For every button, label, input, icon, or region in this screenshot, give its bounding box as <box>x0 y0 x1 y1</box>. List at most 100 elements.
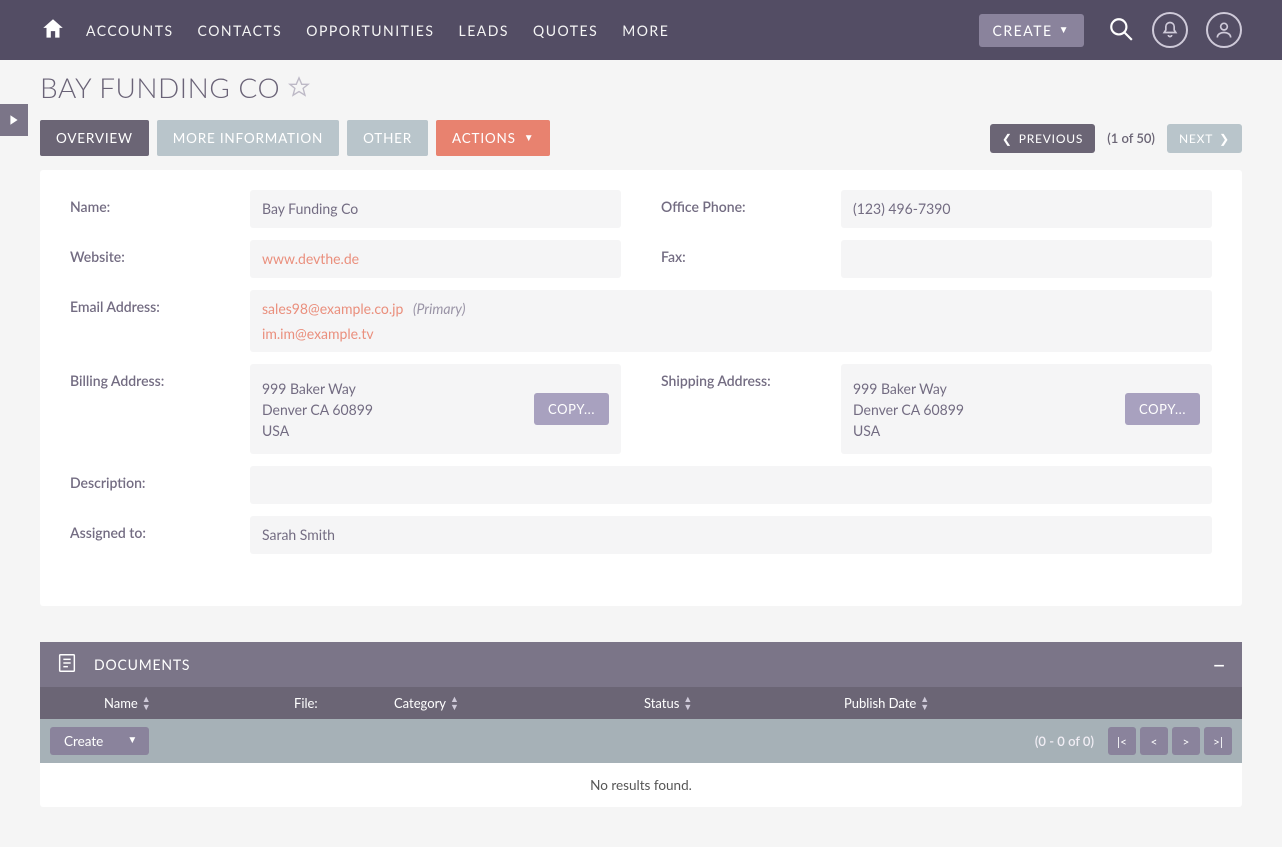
field-email: Email Address: sales98@example.co.jp (Pr… <box>70 290 1212 352</box>
page-area: BAY FUNDING CO OVERVIEW MORE INFORMATION… <box>0 60 1282 606</box>
chevron-left-icon: ❮ <box>1002 131 1013 146</box>
tab-overview[interactable]: OVERVIEW <box>40 120 149 156</box>
col-status[interactable]: Status▲▼ <box>644 695 844 711</box>
billing-label: Billing Address: <box>70 364 250 389</box>
sort-icon: ▲▼ <box>142 695 151 711</box>
description-label: Description: <box>70 466 250 491</box>
field-office-phone: Office Phone: (123) 496-7390 <box>661 190 1212 228</box>
documents-toolbar: Create (0 - 0 of 0) |< < > >| <box>40 719 1242 763</box>
billing-line2: Denver CA 60899 <box>262 399 524 420</box>
nav-opportunities[interactable]: OPPORTUNITIES <box>306 22 434 39</box>
search-icon[interactable] <box>1108 16 1134 45</box>
sidebar-expand-handle[interactable] <box>0 104 28 136</box>
website-link[interactable]: www.devthe.de <box>262 250 359 267</box>
caret-down-icon: ▼ <box>524 132 535 144</box>
next-label: NEXT <box>1179 131 1213 146</box>
previous-label: PREVIOUS <box>1019 131 1083 146</box>
documents-title: DOCUMENTS <box>94 656 190 673</box>
field-website: Website: www.devthe.de <box>70 240 621 278</box>
tabs: OVERVIEW MORE INFORMATION OTHER ACTIONS … <box>40 120 550 156</box>
nav-more[interactable]: MORE <box>622 22 669 39</box>
nav-items: ACCOUNTS CONTACTS OPPORTUNITIES LEADS QU… <box>86 22 979 39</box>
home-icon[interactable] <box>40 16 66 45</box>
fax-label: Fax: <box>661 240 841 265</box>
tab-actions[interactable]: ACTIONS ▼ <box>436 120 550 156</box>
description-value[interactable] <box>250 466 1212 504</box>
website-label: Website: <box>70 240 250 265</box>
office-phone-label: Office Phone: <box>661 190 841 215</box>
page-next-button[interactable]: > <box>1172 727 1200 755</box>
office-phone-value[interactable]: (123) 496-7390 <box>841 190 1212 228</box>
copy-billing-button[interactable]: COPY... <box>534 393 609 425</box>
tab-more-information[interactable]: MORE INFORMATION <box>157 120 339 156</box>
shipping-value[interactable]: 999 Baker Way Denver CA 60899 USA COPY..… <box>841 364 1212 454</box>
chevron-right-icon: ❯ <box>1219 131 1230 146</box>
notifications-icon[interactable] <box>1152 12 1188 48</box>
tab-row: OVERVIEW MORE INFORMATION OTHER ACTIONS … <box>40 120 1242 156</box>
col-file[interactable]: File: <box>294 695 394 711</box>
email-primary-link[interactable]: sales98@example.co.jp <box>262 300 403 317</box>
page-first-button[interactable]: |< <box>1108 727 1136 755</box>
copy-shipping-button[interactable]: COPY... <box>1125 393 1200 425</box>
document-icon <box>56 652 78 677</box>
documents-table-header: Name▲▼ File: Category▲▼ Status▲▼ Publish… <box>40 687 1242 719</box>
top-nav: ACCOUNTS CONTACTS OPPORTUNITIES LEADS QU… <box>0 0 1282 60</box>
sort-icon: ▲▼ <box>450 695 459 711</box>
nav-quotes[interactable]: QUOTES <box>533 22 598 39</box>
billing-line3: USA <box>262 420 524 441</box>
collapse-icon[interactable]: – <box>1212 658 1226 672</box>
sort-icon: ▲▼ <box>920 695 929 711</box>
documents-create-button[interactable]: Create <box>50 727 149 755</box>
user-icon[interactable] <box>1206 12 1242 48</box>
assigned-value[interactable]: Sarah Smith <box>250 516 1212 554</box>
nav-accounts[interactable]: ACCOUNTS <box>86 22 174 39</box>
page-last-button[interactable]: >| <box>1204 727 1232 755</box>
documents-subpanel: DOCUMENTS – Name▲▼ File: Category▲▼ Stat… <box>40 642 1242 807</box>
nav-leads[interactable]: LEADS <box>459 22 510 39</box>
pager: ❮ PREVIOUS (1 of 50) NEXT ❯ <box>990 124 1242 153</box>
fax-value[interactable] <box>841 240 1212 278</box>
billing-value[interactable]: 999 Baker Way Denver CA 60899 USA COPY..… <box>250 364 621 454</box>
shipping-line3: USA <box>853 420 1115 441</box>
field-name: Name: Bay Funding Co <box>70 190 621 228</box>
field-assigned-to: Assigned to: Sarah Smith <box>70 516 1212 554</box>
page-title: BAY FUNDING CO <box>40 70 1242 104</box>
email-value[interactable]: sales98@example.co.jp (Primary) im.im@ex… <box>250 290 1212 352</box>
previous-button[interactable]: ❮ PREVIOUS <box>990 124 1095 153</box>
email-primary-tag: (Primary) <box>413 300 466 317</box>
sort-icon: ▲▼ <box>683 695 692 711</box>
field-shipping-address: Shipping Address: 999 Baker Way Denver C… <box>661 364 1212 454</box>
nav-contacts[interactable]: CONTACTS <box>198 22 283 39</box>
tab-actions-label: ACTIONS <box>452 130 516 146</box>
field-fax: Fax: <box>661 240 1212 278</box>
email-label: Email Address: <box>70 290 250 315</box>
tab-other[interactable]: OTHER <box>347 120 428 156</box>
shipping-line1: 999 Baker Way <box>853 378 1115 399</box>
billing-line1: 999 Baker Way <box>262 378 524 399</box>
col-publish-date[interactable]: Publish Date▲▼ <box>844 695 1226 711</box>
field-description: Description: <box>70 466 1212 504</box>
shipping-line2: Denver CA 60899 <box>853 399 1115 420</box>
website-value[interactable]: www.devthe.de <box>250 240 621 278</box>
documents-header: DOCUMENTS – <box>40 642 1242 687</box>
col-name[interactable]: Name▲▼ <box>104 695 294 711</box>
documents-page-info: (0 - 0 of 0) <box>1035 733 1094 749</box>
caret-down-icon: ▼ <box>1059 24 1070 36</box>
page-title-text: BAY FUNDING CO <box>40 70 280 104</box>
documents-no-results: No results found. <box>40 763 1242 807</box>
name-label: Name: <box>70 190 250 215</box>
create-label: CREATE <box>993 22 1053 39</box>
field-billing-address: Billing Address: 999 Baker Way Denver CA… <box>70 364 621 454</box>
name-value[interactable]: Bay Funding Co <box>250 190 621 228</box>
shipping-label: Shipping Address: <box>661 364 841 389</box>
nav-icons <box>1108 12 1242 48</box>
favorite-star-icon[interactable] <box>288 70 310 104</box>
next-button[interactable]: NEXT ❯ <box>1167 124 1242 153</box>
detail-panel: Name: Bay Funding Co Office Phone: (123)… <box>40 170 1242 606</box>
pager-status: (1 of 50) <box>1107 130 1155 146</box>
col-category[interactable]: Category▲▼ <box>394 695 644 711</box>
page-prev-button[interactable]: < <box>1140 727 1168 755</box>
email-secondary-link[interactable]: im.im@example.tv <box>262 325 374 342</box>
assigned-label: Assigned to: <box>70 516 250 541</box>
create-button[interactable]: CREATE ▼ <box>979 14 1084 47</box>
